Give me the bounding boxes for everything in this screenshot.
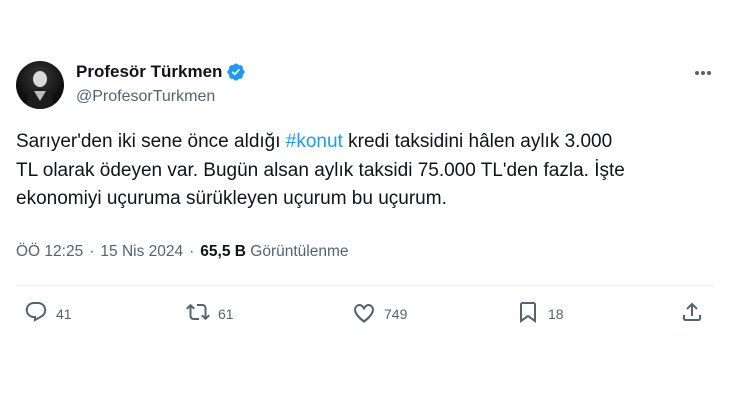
bookmark-icon xyxy=(516,300,540,327)
author-avatar[interactable] xyxy=(16,61,64,109)
author-handle[interactable]: @ProfesorTurkmen xyxy=(76,88,215,106)
tweet-text-segment: kredi taksidini hâlen aylık 3.000 xyxy=(342,131,613,152)
share-icon xyxy=(680,300,704,327)
meta-separator: · xyxy=(189,243,195,260)
views-label: Görüntülenme xyxy=(250,243,349,260)
retweet-button[interactable]: 61 xyxy=(186,300,234,327)
bookmark-count: 18 xyxy=(548,305,564,322)
share-button[interactable] xyxy=(680,300,704,327)
retweet-count: 61 xyxy=(218,305,234,322)
retweet-icon xyxy=(186,300,210,327)
reply-count: 41 xyxy=(56,305,72,322)
heart-icon xyxy=(352,300,376,327)
tweet-text: Sarıyer'den iki sene önce aldığı #konut … xyxy=(16,128,706,214)
reply-button[interactable]: 41 xyxy=(24,300,72,327)
divider xyxy=(16,285,714,286)
more-options-icon[interactable] xyxy=(688,62,718,84)
like-count: 749 xyxy=(384,305,408,322)
views-count: 65,5 B xyxy=(200,243,246,260)
action-bar: 41 61 749 18 xyxy=(0,300,730,336)
like-button[interactable]: 749 xyxy=(352,300,407,327)
hashtag-link[interactable]: #konut xyxy=(286,131,343,152)
meta-separator: · xyxy=(89,243,95,260)
tweet-time[interactable]: ÖÖ 12:25 xyxy=(16,243,83,261)
tweet-meta: ÖÖ 12:25 · 15 Nis 2024 · 65,5 B Görüntül… xyxy=(16,243,349,261)
verified-badge-icon xyxy=(226,62,246,82)
bookmark-button[interactable]: 18 xyxy=(516,300,564,327)
author-name[interactable]: Profesör Türkmen xyxy=(76,62,222,82)
tweet-text-line-2: TL olarak ödeyen var. Bugün alsan aylık … xyxy=(16,159,625,181)
reply-icon xyxy=(24,300,48,327)
tweet-text-line-1: Sarıyer'den iki sene önce aldığı #konut … xyxy=(16,128,706,157)
views-stat[interactable]: 65,5 B Görüntülenme xyxy=(200,243,348,261)
author-name-row[interactable]: Profesör Türkmen xyxy=(76,62,246,82)
tweet-date[interactable]: 15 Nis 2024 xyxy=(100,243,183,261)
tweet-text-segment: Sarıyer'den iki sene önce aldığı xyxy=(16,131,286,152)
tweet-text-line-3: ekonomiyi uçuruma sürükleyen uçurum bu u… xyxy=(16,188,447,209)
